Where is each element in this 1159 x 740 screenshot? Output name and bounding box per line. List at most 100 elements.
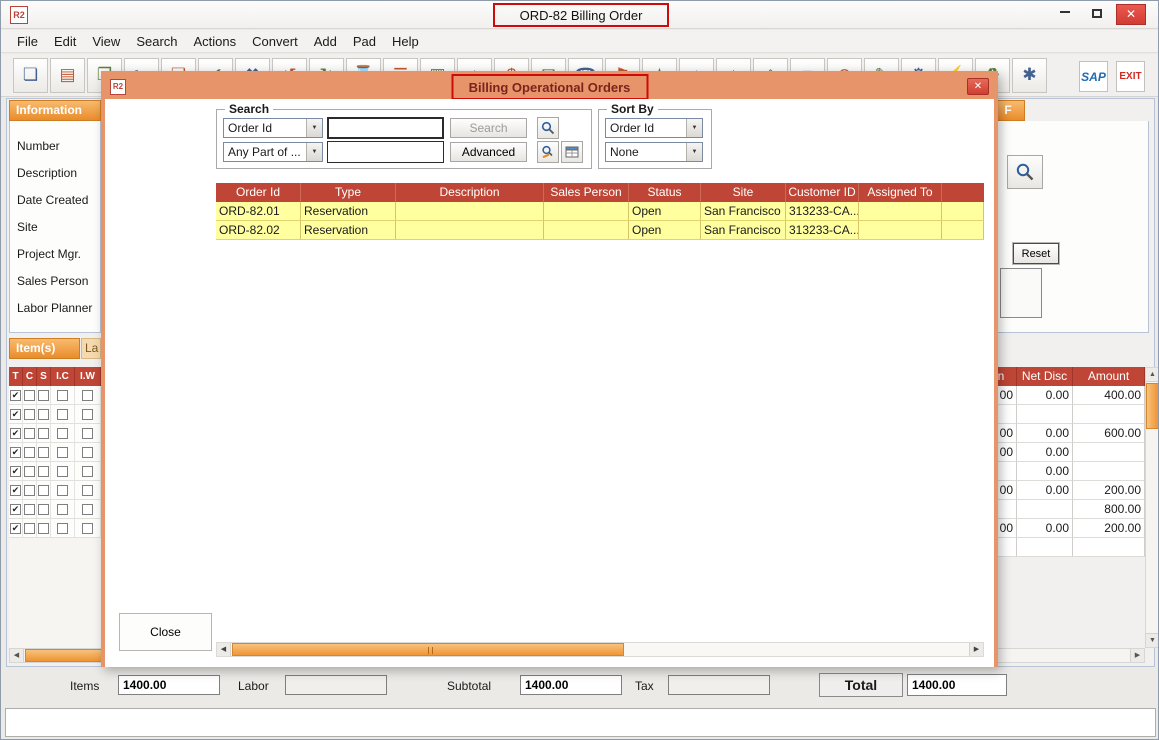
sort-primary-combo[interactable]: Order Id ▼: [605, 118, 703, 138]
checkbox[interactable]: [82, 428, 93, 439]
tax-field[interactable]: [668, 675, 770, 695]
checkbox[interactable]: [24, 485, 35, 496]
checkbox[interactable]: [24, 428, 35, 439]
match-type-combo[interactable]: Any Part of ... ▼: [223, 142, 323, 162]
tab-items[interactable]: Item(s): [9, 338, 80, 359]
grid-row[interactable]: 00 0.00 400.00: [986, 386, 1145, 405]
menu-convert[interactable]: Convert: [244, 31, 306, 52]
checkbox[interactable]: [38, 523, 49, 534]
checkbox[interactable]: [82, 390, 93, 401]
scroll-down-icon[interactable]: ▼: [1146, 633, 1159, 647]
new-document-icon[interactable]: ❏: [13, 58, 48, 93]
column-header-site[interactable]: Site: [701, 183, 786, 202]
chevron-down-icon[interactable]: ▼: [306, 119, 322, 137]
scroll-up-icon[interactable]: ▲: [1146, 368, 1159, 382]
scroll-left-icon[interactable]: ◀: [10, 649, 24, 662]
grid-row[interactable]: 00 0.00 200.00: [986, 519, 1145, 538]
dialog-close-button[interactable]: ✕: [967, 78, 989, 95]
scroll-left-icon[interactable]: ◀: [217, 643, 231, 656]
search-icon[interactable]: [1007, 155, 1043, 189]
advanced-text-input[interactable]: [327, 141, 444, 163]
checkbox[interactable]: ✔: [10, 466, 21, 477]
checkbox[interactable]: [57, 485, 68, 496]
checkbox[interactable]: [38, 390, 49, 401]
menu-search[interactable]: Search: [128, 31, 185, 52]
checkbox[interactable]: [57, 409, 68, 420]
checkbox[interactable]: ✔: [10, 390, 21, 401]
checkbox[interactable]: ✔: [10, 428, 21, 439]
total-field[interactable]: [907, 674, 1007, 696]
table-row[interactable]: ORD-82.02 Reservation Open San Francisco…: [216, 221, 984, 240]
column-header-order-id[interactable]: Order Id: [216, 183, 301, 202]
exit-button[interactable]: EXIT: [1116, 61, 1145, 92]
chevron-down-icon[interactable]: ▼: [306, 143, 322, 161]
table-row[interactable]: ORD-82.01 Reservation Open San Francisco…: [216, 202, 984, 221]
saved-searches-icon[interactable]: [561, 141, 583, 163]
menu-file[interactable]: File: [9, 31, 46, 52]
checkbox[interactable]: [38, 409, 49, 420]
maximize-button[interactable]: [1082, 4, 1112, 25]
items-total-field[interactable]: [118, 675, 220, 695]
checkbox[interactable]: [57, 447, 68, 458]
tab-labor-fragment[interactable]: La: [81, 338, 101, 359]
column-header-type[interactable]: Type: [301, 183, 396, 202]
checkbox[interactable]: [38, 466, 49, 477]
grid-row[interactable]: 800.00: [986, 500, 1145, 519]
spark-icon[interactable]: ✱: [1012, 58, 1047, 93]
checkbox[interactable]: ✔: [10, 485, 21, 496]
checkbox[interactable]: [82, 523, 93, 534]
minimize-button[interactable]: [1050, 4, 1080, 25]
sap-button[interactable]: SAP: [1079, 61, 1108, 92]
scroll-right-icon[interactable]: ▶: [969, 643, 983, 656]
menu-add[interactable]: Add: [306, 31, 345, 52]
print-icon[interactable]: ▤: [50, 58, 85, 93]
checkbox[interactable]: [57, 466, 68, 477]
checkbox[interactable]: [24, 447, 35, 458]
chevron-down-icon[interactable]: ▼: [686, 143, 702, 161]
checkbox[interactable]: [57, 504, 68, 515]
search-edit-icon[interactable]: [537, 141, 559, 163]
grid-row[interactable]: 0.00: [986, 462, 1145, 481]
checkbox[interactable]: ✔: [10, 523, 21, 534]
checkbox[interactable]: [38, 428, 49, 439]
checkbox[interactable]: [38, 504, 49, 515]
column-header-status[interactable]: Status: [629, 183, 701, 202]
grid-row[interactable]: 00 0.00 200.00: [986, 481, 1145, 500]
checkbox[interactable]: [82, 485, 93, 496]
vertical-scroll-thumb[interactable]: [1146, 383, 1159, 429]
close-dialog-button[interactable]: Close: [119, 613, 212, 651]
reset-button[interactable]: Reset: [1013, 243, 1059, 264]
checkbox[interactable]: [57, 523, 68, 534]
checkbox[interactable]: [38, 447, 49, 458]
checkbox[interactable]: ✔: [10, 447, 21, 458]
notes-box[interactable]: [1000, 268, 1042, 318]
grid-row[interactable]: [986, 405, 1145, 424]
advanced-button[interactable]: Advanced: [450, 142, 527, 162]
checkbox[interactable]: [82, 504, 93, 515]
checkbox[interactable]: ✔: [10, 409, 21, 420]
dialog-scroll-thumb[interactable]: [232, 643, 624, 656]
menu-help[interactable]: Help: [384, 31, 427, 52]
menu-view[interactable]: View: [84, 31, 128, 52]
search-lookup-icon[interactable]: [537, 117, 559, 139]
checkbox[interactable]: [57, 428, 68, 439]
checkbox[interactable]: [24, 466, 35, 477]
checkbox[interactable]: [38, 485, 49, 496]
menu-actions[interactable]: Actions: [186, 31, 245, 52]
search-field-combo[interactable]: Order Id ▼: [223, 118, 323, 138]
chevron-down-icon[interactable]: ▼: [686, 119, 702, 137]
checkbox[interactable]: [24, 409, 35, 420]
tab-information[interactable]: Information: [9, 100, 101, 121]
column-header-assigned-to[interactable]: Assigned To: [859, 183, 942, 202]
checkbox[interactable]: [24, 523, 35, 534]
labor-total-field[interactable]: [285, 675, 387, 695]
column-header-customer-id[interactable]: Customer ID: [786, 183, 859, 202]
grid-row[interactable]: [986, 538, 1145, 557]
search-button[interactable]: Search: [450, 118, 527, 138]
menu-pad[interactable]: Pad: [345, 31, 384, 52]
search-text-input[interactable]: [327, 117, 444, 139]
column-header-description[interactable]: Description: [396, 183, 544, 202]
scroll-right-icon[interactable]: ▶: [1130, 649, 1144, 662]
checkbox[interactable]: ✔: [10, 504, 21, 515]
grid-row[interactable]: 00 0.00: [986, 443, 1145, 462]
